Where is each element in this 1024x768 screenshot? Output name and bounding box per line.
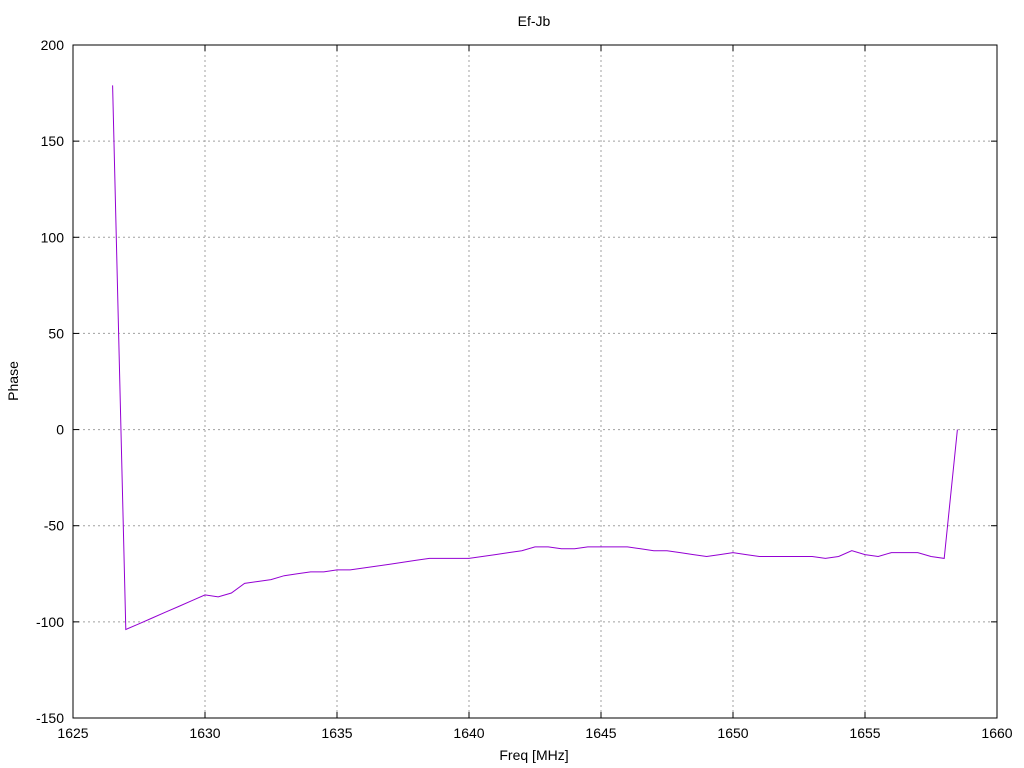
y-tick-label: 100 bbox=[41, 229, 65, 245]
y-tick-label: -100 bbox=[36, 614, 64, 630]
y-tick-label: 0 bbox=[56, 422, 64, 438]
y-tick-label: 200 bbox=[41, 37, 65, 53]
x-tick-label: 1655 bbox=[849, 725, 880, 741]
chart-background bbox=[0, 0, 1024, 768]
x-axis-label: Freq [MHz] bbox=[499, 747, 568, 763]
y-tick-label: -150 bbox=[36, 710, 64, 726]
y-tick-label: 50 bbox=[48, 325, 64, 341]
phase-chart: 1625 1630 1635 1640 1645 1650 1655 1660 -150 -10… bbox=[0, 0, 1024, 768]
x-tick-label: 1625 bbox=[57, 725, 88, 741]
chart-title: Ef-Jb bbox=[518, 13, 551, 29]
y-tick-label: 150 bbox=[41, 133, 65, 149]
x-tick-label: 1660 bbox=[981, 725, 1012, 741]
y-tick-label: -50 bbox=[44, 518, 64, 534]
x-tick-label: 1635 bbox=[321, 725, 352, 741]
x-tick-label: 1630 bbox=[189, 725, 220, 741]
x-tick-label: 1640 bbox=[453, 725, 484, 741]
y-axis-label: Phase bbox=[5, 361, 21, 401]
x-tick-label: 1645 bbox=[585, 725, 616, 741]
x-tick-label: 1650 bbox=[717, 725, 748, 741]
